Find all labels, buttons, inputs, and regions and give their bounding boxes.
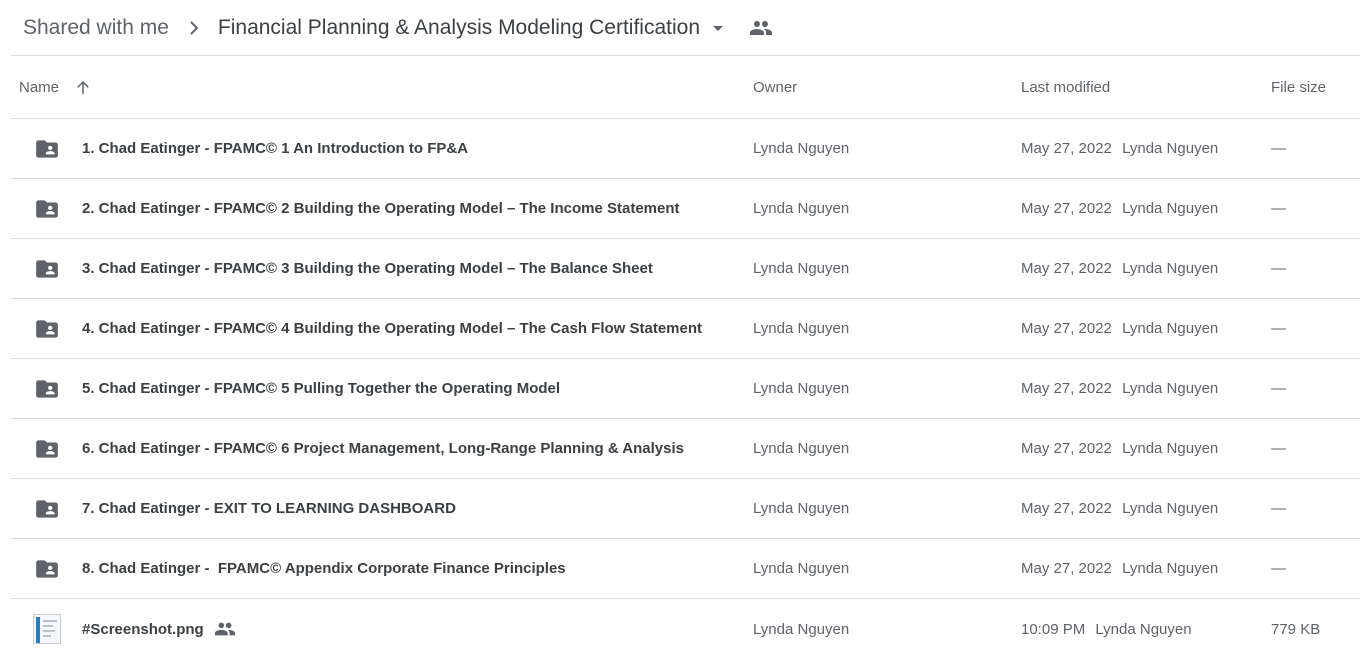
row-owner: Lynda Nguyen xyxy=(753,200,850,217)
row-modified: May 27, 2022 Lynda Nguyen xyxy=(1021,560,1271,577)
row-title[interactable]: 1. Chad Eatinger - FPAMC© 1 An Introduct… xyxy=(82,140,468,157)
row-name-cell: 6. Chad Eatinger - FPAMC© 6 Project Mana… xyxy=(11,435,753,463)
row-modified-by: Lynda Nguyen xyxy=(1122,260,1219,277)
row-modified: 10:09 PM Lynda Nguyen xyxy=(1021,621,1271,638)
row-name-cell: 8. Chad Eatinger - FPAMC© Appendix Corpo… xyxy=(11,555,753,583)
image-thumbnail-icon xyxy=(33,614,61,644)
row-size: — xyxy=(1271,440,1286,457)
shared-folder-icon xyxy=(33,495,61,523)
shared-folder-icon xyxy=(33,375,61,403)
row-modified-by: Lynda Nguyen xyxy=(1122,380,1219,397)
row-title[interactable]: 3. Chad Eatinger - FPAMC© 3 Building the… xyxy=(82,260,653,277)
column-owner[interactable]: Owner xyxy=(753,79,1021,96)
row-modified-by: Lynda Nguyen xyxy=(1095,620,1192,638)
row-modified-date: May 27, 2022 xyxy=(1021,380,1112,397)
row-owner: Lynda Nguyen xyxy=(753,560,850,577)
row-modified-date: May 27, 2022 xyxy=(1021,560,1112,577)
column-name-label[interactable]: Name xyxy=(19,79,59,96)
column-file-size[interactable]: File size xyxy=(1271,79,1360,96)
row-title[interactable]: 2. Chad Eatinger - FPAMC© 2 Building the… xyxy=(82,200,680,217)
row-modified: May 27, 2022 Lynda Nguyen xyxy=(1021,380,1271,397)
row-modified-date: 10:09 PM xyxy=(1021,620,1086,638)
people-icon xyxy=(214,619,236,639)
row-owner: Lynda Nguyen xyxy=(753,260,850,277)
row-name-cell: 5. Chad Eatinger - FPAMC© 5 Pulling Toge… xyxy=(11,375,753,403)
row-modified-date: May 27, 2022 xyxy=(1021,140,1112,157)
chevron-right-icon xyxy=(182,16,206,40)
shared-folder-icon xyxy=(33,435,61,463)
table-row[interactable]: 8. Chad Eatinger - FPAMC© Appendix Corpo… xyxy=(11,539,1360,599)
table-row[interactable]: 3. Chad Eatinger - FPAMC© 3 Building the… xyxy=(11,239,1360,299)
breadcrumb: Shared with me Financial Planning & Anal… xyxy=(11,0,1360,56)
row-modified-by: Lynda Nguyen xyxy=(1122,320,1219,337)
row-owner: Lynda Nguyen xyxy=(753,620,850,638)
row-name-cell: 2. Chad Eatinger - FPAMC© 2 Building the… xyxy=(11,195,753,223)
column-last-modified[interactable]: Last modified xyxy=(1021,79,1271,96)
shared-folder-icon xyxy=(33,255,61,283)
shared-folder-icon xyxy=(33,195,61,223)
arrow-drop-down-icon[interactable] xyxy=(706,16,730,40)
row-modified-by: Lynda Nguyen xyxy=(1122,560,1219,577)
row-name-cell: #Screenshot.png xyxy=(11,614,753,644)
row-title[interactable]: 8. Chad Eatinger - FPAMC© Appendix Corpo… xyxy=(82,560,566,577)
table-row[interactable]: 6. Chad Eatinger - FPAMC© 6 Project Mana… xyxy=(11,419,1360,479)
table-row[interactable]: 7. Chad Eatinger - EXIT TO LEARNING DASH… xyxy=(11,479,1360,539)
row-size: — xyxy=(1271,320,1286,337)
row-modified-date: May 27, 2022 xyxy=(1021,500,1112,517)
row-modified: May 27, 2022 Lynda Nguyen xyxy=(1021,500,1271,517)
row-modified: May 27, 2022 Lynda Nguyen xyxy=(1021,320,1271,337)
row-modified-date: May 27, 2022 xyxy=(1021,440,1112,457)
row-owner: Lynda Nguyen xyxy=(753,500,850,517)
row-modified-by: Lynda Nguyen xyxy=(1122,500,1219,517)
row-modified-date: May 27, 2022 xyxy=(1021,320,1112,337)
row-modified: May 27, 2022 Lynda Nguyen xyxy=(1021,140,1271,157)
row-owner: Lynda Nguyen xyxy=(753,140,850,157)
row-modified: May 27, 2022 Lynda Nguyen xyxy=(1021,260,1271,277)
table-row[interactable]: 4. Chad Eatinger - FPAMC© 4 Building the… xyxy=(11,299,1360,359)
row-modified: May 27, 2022 Lynda Nguyen xyxy=(1021,200,1271,217)
row-size: — xyxy=(1271,200,1286,217)
row-modified-date: May 27, 2022 xyxy=(1021,200,1112,217)
row-name-cell: 7. Chad Eatinger - EXIT TO LEARNING DASH… xyxy=(11,495,753,523)
row-title[interactable]: 6. Chad Eatinger - FPAMC© 6 Project Mana… xyxy=(82,440,684,457)
row-modified-by: Lynda Nguyen xyxy=(1122,200,1219,217)
row-title[interactable]: 7. Chad Eatinger - EXIT TO LEARNING DASH… xyxy=(82,500,456,517)
row-modified-by: Lynda Nguyen xyxy=(1122,140,1219,157)
breadcrumb-shared-with-me[interactable]: Shared with me xyxy=(23,16,169,40)
breadcrumb-current-folder[interactable]: Financial Planning & Analysis Modeling C… xyxy=(218,16,700,40)
shared-folder-icon xyxy=(33,555,61,583)
shared-folder-icon xyxy=(33,135,61,163)
row-size: 779 KB xyxy=(1271,620,1321,638)
table-row[interactable]: 2. Chad Eatinger - FPAMC© 2 Building the… xyxy=(11,179,1360,239)
row-size: — xyxy=(1271,260,1286,277)
row-modified-date: May 27, 2022 xyxy=(1021,260,1112,277)
shared-folder-icon xyxy=(33,315,61,343)
row-title[interactable]: #Screenshot.png xyxy=(82,621,204,638)
row-owner: Lynda Nguyen xyxy=(753,320,850,337)
row-size: — xyxy=(1271,140,1286,157)
row-name-cell: 1. Chad Eatinger - FPAMC© 1 An Introduct… xyxy=(11,135,753,163)
people-icon[interactable] xyxy=(748,16,774,40)
row-size: — xyxy=(1271,500,1286,517)
table-row[interactable]: 1. Chad Eatinger - FPAMC© 1 An Introduct… xyxy=(11,119,1360,179)
table-header: Name Owner Last modified File size xyxy=(11,57,1360,119)
row-owner: Lynda Nguyen xyxy=(753,440,850,457)
row-size: — xyxy=(1271,380,1286,397)
row-modified: May 27, 2022 Lynda Nguyen xyxy=(1021,440,1271,457)
row-title[interactable]: 4. Chad Eatinger - FPAMC© 4 Building the… xyxy=(82,320,702,337)
row-modified-by: Lynda Nguyen xyxy=(1122,440,1219,457)
arrow-up-icon[interactable] xyxy=(73,78,93,98)
row-title[interactable]: 5. Chad Eatinger - FPAMC© 5 Pulling Toge… xyxy=(82,380,560,397)
table-row[interactable]: 5. Chad Eatinger - FPAMC© 5 Pulling Toge… xyxy=(11,359,1360,419)
row-name-cell: 4. Chad Eatinger - FPAMC© 4 Building the… xyxy=(11,315,753,343)
row-owner: Lynda Nguyen xyxy=(753,380,850,397)
column-name[interactable]: Name xyxy=(11,78,753,98)
row-size: — xyxy=(1271,560,1286,577)
file-list: Name Owner Last modified File size 1. Ch… xyxy=(11,57,1360,659)
row-name-cell: 3. Chad Eatinger - FPAMC© 3 Building the… xyxy=(11,255,753,283)
table-row[interactable]: #Screenshot.png Lynda Nguyen 10:09 PM Ly… xyxy=(11,599,1360,659)
